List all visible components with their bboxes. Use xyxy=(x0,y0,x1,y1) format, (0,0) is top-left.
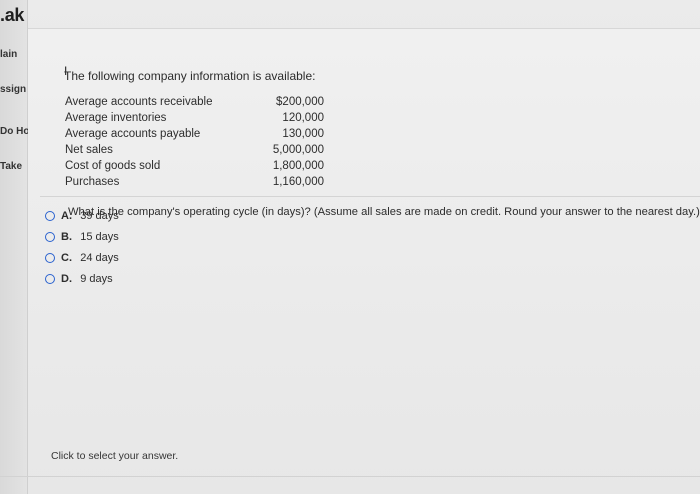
answer-choice-c[interactable]: C. 24 days xyxy=(45,247,119,268)
info-label-average-accounts-receivable: Average accounts receivable xyxy=(65,96,213,108)
answer-choice-c-text: 24 days xyxy=(80,251,119,264)
company-info-values: $200,000 120,000 130,000 5,000,000 1,800… xyxy=(250,94,324,190)
question-intro: The following company information is ava… xyxy=(64,69,316,83)
info-value-average-accounts-payable: 130,000 xyxy=(282,128,324,140)
answer-choice-a-letter: A. xyxy=(61,209,73,222)
answer-choice-d-text: 9 days xyxy=(80,272,113,285)
answer-choice-d-letter: D. xyxy=(61,272,73,285)
answer-choice-b-text: 15 days xyxy=(80,230,119,243)
info-label-average-inventories: Average inventories xyxy=(65,112,167,124)
radio-button-icon[interactable] xyxy=(45,231,55,242)
radio-button-icon[interactable] xyxy=(45,210,55,221)
question-divider xyxy=(40,196,700,197)
radio-button-icon[interactable] xyxy=(45,252,55,263)
info-value-net-sales: 5,000,000 xyxy=(272,144,324,156)
nav-item-take[interactable]: Take xyxy=(0,161,22,172)
answer-choice-b-letter: B. xyxy=(61,230,73,243)
answer-choice-b[interactable]: B. 15 days xyxy=(45,226,119,247)
nav-item-assign[interactable]: ssign xyxy=(0,84,26,95)
info-label-cost-of-goods-sold: Cost of goods sold xyxy=(65,160,161,172)
radio-button-icon[interactable] xyxy=(45,273,55,284)
info-label-average-accounts-payable: Average accounts payable xyxy=(65,128,201,140)
nav-item-do-homework[interactable]: Do Ho xyxy=(0,126,29,137)
bottom-divider xyxy=(0,476,700,477)
answer-choice-c-letter: C. xyxy=(61,251,73,264)
company-info-labels: Average accounts receivable Average inve… xyxy=(65,94,225,190)
info-value-cost-of-goods-sold: 1,800,000 xyxy=(272,160,324,172)
info-value-average-accounts-receivable: $200,000 xyxy=(276,96,324,108)
app-window: .ak lain ssign Do Ho Take I The followin… xyxy=(0,0,700,494)
answer-choice-a-text: 39 days xyxy=(80,209,119,222)
answer-choice-d[interactable]: D. 9 days xyxy=(45,268,119,289)
left-navigation: .ak lain ssign Do Ho Take xyxy=(0,0,29,494)
answer-choices: A. 39 days B. 15 days C. 24 days D. 9 da… xyxy=(45,205,119,289)
question-prompt: What is the company's operating cycle (i… xyxy=(68,206,700,218)
question-panel: I The following company information is a… xyxy=(28,28,700,494)
select-answer-hint: Click to select your answer. xyxy=(51,450,179,462)
brand-fragment: .ak xyxy=(0,5,25,25)
info-value-average-inventories: 120,000 xyxy=(282,112,324,124)
info-label-net-sales: Net sales xyxy=(65,144,113,156)
info-label-purchases: Purchases xyxy=(65,176,120,188)
answer-choice-a[interactable]: A. 39 days xyxy=(45,205,119,226)
info-value-purchases: 1,160,000 xyxy=(272,176,324,188)
nav-item-main[interactable]: lain xyxy=(0,49,17,60)
